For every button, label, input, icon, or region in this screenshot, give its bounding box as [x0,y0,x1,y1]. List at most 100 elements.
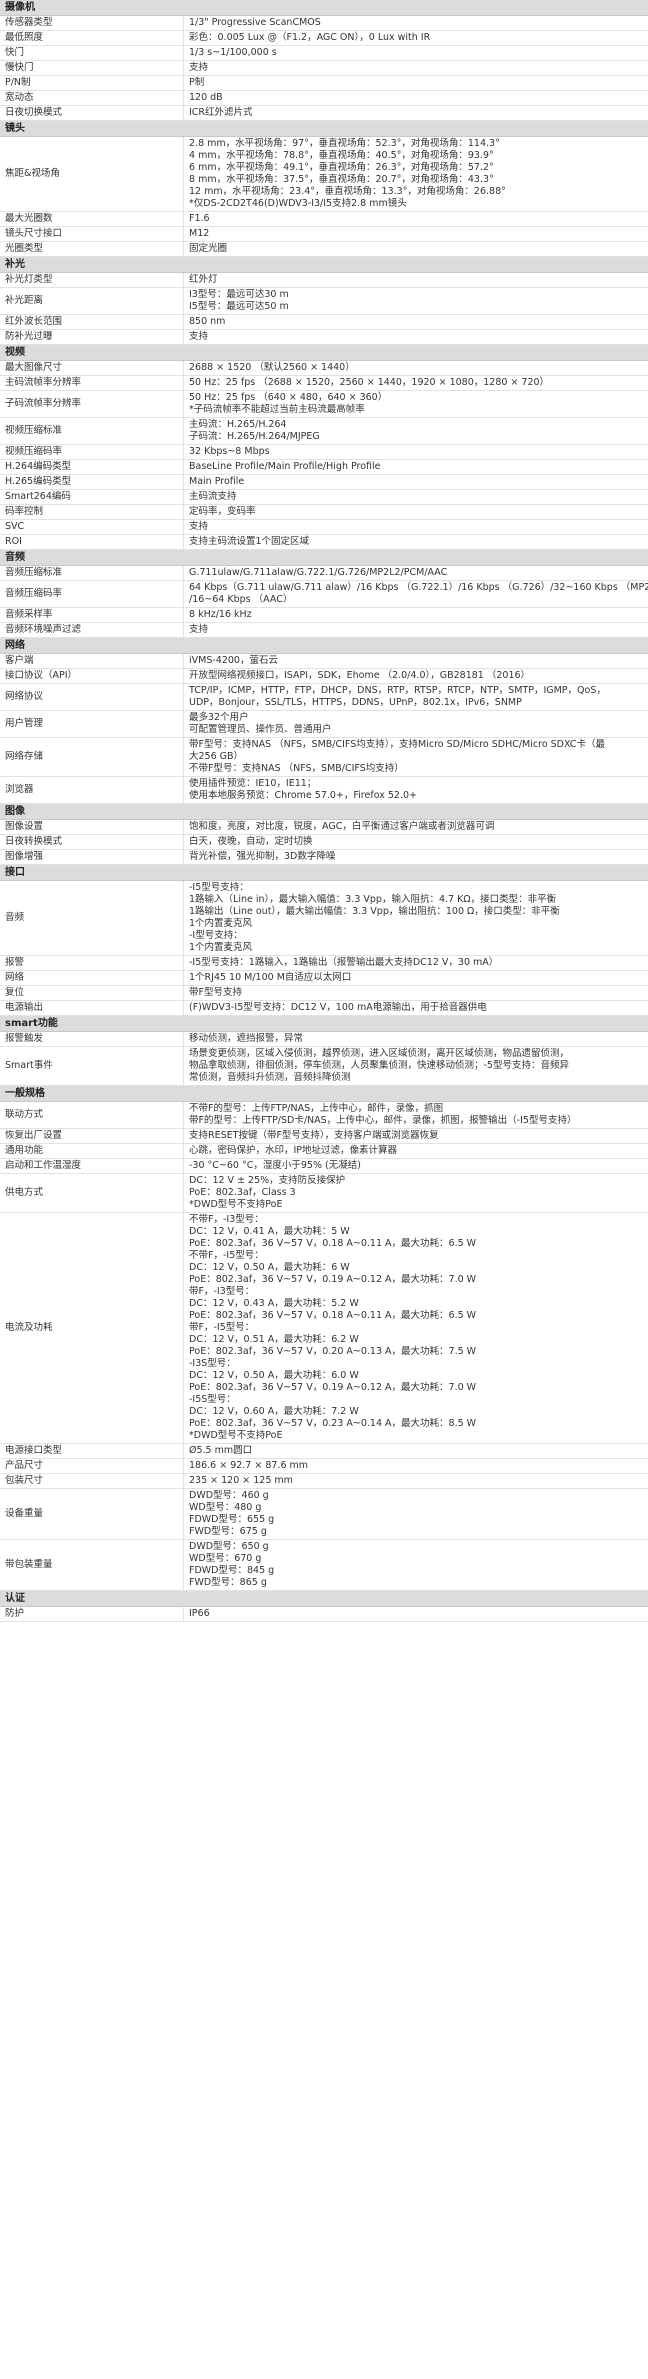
spec-value: M12 [184,227,648,241]
spec-value: 场景变更侦测，区域入侵侦测，越界侦测，进入区域侦测，离开区域侦测，物品遗留侦测，… [184,1047,648,1085]
spec-label: 视频压缩码率 [0,445,184,459]
spec-label: 传感器类型 [0,16,184,30]
spec-row: 视频压缩码率 32 Kbps~8 Mbps [0,445,648,460]
spec-value: 白天，夜晚，自动，定时切换 [184,835,648,849]
spec-value-line: 主码流支持 [189,491,237,502]
spec-value: 支持RESET按键（带F型号支持），支持客户端或浏览器恢复 [184,1129,648,1143]
spec-value: 850 nm [184,315,648,329]
spec-value: IP66 [184,1607,648,1621]
spec-value-line: 带F，-I5型号： [189,1322,255,1333]
spec-value-line: 常侦测，音频抖升侦测，音频抖降侦测 [189,1072,351,1083]
spec-label: 音频环境噪声过滤 [0,623,184,637]
spec-label: 最大图像尺寸 [0,361,184,375]
spec-value-line: Ø5.5 mm圆口 [189,1445,253,1456]
spec-label: 主码流帧率分辨率 [0,376,184,390]
spec-row: 视频压缩标准 主码流：H.265/H.264 子码流：H.265/H.264/MJP… [0,418,648,445]
spec-value: 支持 [184,520,648,534]
spec-value-line: BaseLine Profile/Main Profile/High Profi… [189,461,381,472]
spec-value: 64 Kbps（G.711 ulaw/G.711 alaw）/16 Kbps （… [184,581,648,607]
spec-value: 彩色：0.005 Lux @（F1.2，AGC ON），0 Lux with I… [184,31,648,45]
spec-value-line: 186.6 × 92.7 × 87.6 mm [189,1460,309,1471]
spec-label: 电源输出 [0,1001,184,1015]
spec-row: 子码流帧率分辨率 50 Hz：25 fps （640 × 480，640 × 36… [0,391,648,418]
spec-row: 联动方式 不带F的型号：上传FTP/NAS，上传中心，邮件，录像，抓图 带F的型号：… [0,1102,648,1129]
spec-value-line: 12 mm，水平视场角：23.4°，垂直视场角：13.3°，对角视场角：26.8… [189,186,506,197]
spec-row: 电源输出 (F)WDV3-I5型号支持：DC12 V，100 mA电源输出，用于拾… [0,1001,648,1016]
spec-value-line: -I型号支持： [189,930,243,941]
spec-label: 联动方式 [0,1102,184,1128]
spec-label: 报警 [0,956,184,970]
spec-label: 网络存储 [0,738,184,776]
spec-row: 传感器类型 1/3" Progressive ScanCMOS [0,16,648,31]
spec-value-line: 带F，-I3型号： [189,1286,255,1297]
spec-value-line: 1路输出（Line out），最大输出幅值：3.3 Vpp，输出阻抗：100 Ω… [189,906,560,917]
spec-value-line: *子码流帧率不能超过当前主码流最高帧率 [189,404,365,415]
spec-value-line: G.711ulaw/G.711alaw/G.722.1/G.726/MP2L2/… [189,567,448,578]
spec-value-line: PoE：802.3af，36 V~57 V，0.18 A~0.11 A，最大功耗… [189,1238,477,1249]
spec-label: 慢快门 [0,61,184,75]
spec-value: 主码流支持 [184,490,648,504]
spec-value-line: PoE：802.3af，36 V~57 V，0.19 A~0.12 A，最大功耗… [189,1274,477,1285]
spec-row: 设备重量 DWD型号：460 g WD型号：480 g FDWD型号：655 g FWD… [0,1489,648,1540]
spec-value-line: Main Profile [189,476,245,487]
spec-row: 慢快门 支持 [0,61,648,76]
spec-value-line: 带F型号支持 [189,987,242,998]
spec-row: 焦距&视场角 2.8 mm，水平视场角：97°，垂直视场角：52.3°，对角视场角… [0,137,648,212]
spec-value-line: PoE：802.3af，36 V~57 V，0.18 A~0.11 A，最大功耗… [189,1310,477,1321]
spec-value-line: P制 [189,77,205,88]
spec-value-line: 850 nm [189,316,226,327]
spec-value-line: PoE：802.3af，36 V~57 V，0.19 A~0.12 A，最大功耗… [189,1382,477,1393]
spec-label: 产品尺寸 [0,1459,184,1473]
spec-value: -I5型号支持： 1路输入（Line in），最大输入幅值：3.3 Vpp，输入阻… [184,881,648,955]
spec-value: 移动侦测，遮挡报警，异常 [184,1032,648,1046]
spec-row: 宽动态 120 dB [0,91,648,106]
spec-label: 视频压缩标准 [0,418,184,444]
section-header: 补光 [0,257,648,273]
spec-label: 音频压缩码率 [0,581,184,607]
spec-label: 设备重量 [0,1489,184,1539]
section-header: 接口 [0,865,648,881]
spec-value-line: 开放型网络视频接口，ISAPI，SDK，Ehome （2.0/4.0），GB28… [189,670,531,681]
spec-value: 不带F，-I3型号： DC：12 V，0.41 A，最大功耗：5 W PoE：802… [184,1213,648,1443]
spec-value-line: -I5型号支持：1路输入，1路输出（报警输出最大支持DC12 V，30 mA） [189,957,499,968]
spec-label: 音频 [0,881,184,955]
spec-value-line: /16~64 Kbps （AAC） [189,594,293,605]
spec-value-line: 8 mm，水平视场角：37.5°，垂直视场角：20.7°，对角视场角：43.3° [189,174,494,185]
spec-value: 120 dB [184,91,648,105]
spec-value: 饱和度，亮度，对比度，锐度，AGC，白平衡通过客户端或者浏览器可调 [184,820,648,834]
spec-row: 最大光圈数 F1.6 [0,212,648,227]
spec-value-line: UDP，Bonjour，SSL/TLS，HTTPS，DDNS，UPnP，802.… [189,697,522,708]
spec-value-line: 50 Hz：25 fps （2688 × 1520，2560 × 1440，19… [189,377,550,388]
spec-value-line: ICR红外滤片式 [189,107,253,118]
spec-value: 心跳，密码保护，水印，IP地址过滤，像素计算器 [184,1144,648,1158]
spec-label: 日夜切换模式 [0,106,184,120]
section-header: 视频 [0,345,648,361]
spec-row: 音频采样率 8 kHz/16 kHz [0,608,648,623]
spec-value: iVMS-4200，萤石云 [184,654,648,668]
spec-label: 浏览器 [0,777,184,803]
spec-row: Smart事件 场景变更侦测，区域入侵侦测，越界侦测，进入区域侦测，离开区域侦测，… [0,1047,648,1086]
spec-value-line: 支持RESET按键（带F型号支持），支持客户端或浏览器恢复 [189,1130,439,1141]
spec-row: 码率控制 定码率，变码率 [0,505,648,520]
spec-row: 产品尺寸 186.6 × 92.7 × 87.6 mm [0,1459,648,1474]
spec-value-line: 物品拿取侦测，徘徊侦测，停车侦测，人员聚集侦测，快速移动侦测；-5型号支持：音频… [189,1060,569,1071]
spec-value: -I5型号支持：1路输入，1路输出（报警输出最大支持DC12 V，30 mA） [184,956,648,970]
spec-label: 包装尺寸 [0,1474,184,1488]
spec-row: 报警触发 移动侦测，遮挡报警，异常 [0,1032,648,1047]
spec-value: Ø5.5 mm圆口 [184,1444,648,1458]
spec-value-line: 1路输入（Line in），最大输入幅值：3.3 Vpp，输入阻抗：4.7 KΩ… [189,894,557,905]
spec-label: 最低照度 [0,31,184,45]
spec-value-line: 不带F的型号：上传FTP/NAS，上传中心，邮件，录像，抓图 [189,1103,444,1114]
spec-value-line: 64 Kbps（G.711 ulaw/G.711 alaw）/16 Kbps （… [189,582,648,593]
spec-row: 补光灯类型 红外灯 [0,273,648,288]
spec-value-line: FDWD型号：845 g [189,1565,275,1576]
spec-value-line: TCP/IP，ICMP，HTTP，FTP，DHCP，DNS，RTP，RTSP，R… [189,685,606,696]
spec-value-line: *DWD型号不支持PoE [189,1430,283,1441]
spec-value-line: 支持主码流设置1个固定区域 [189,536,310,547]
section-header: 摄像机 [0,0,648,16]
spec-sheet: 摄像机 传感器类型 1/3" Progressive ScanCMOS 最低照度 彩色：… [0,0,648,2379]
spec-value-line: 红外灯 [189,274,218,285]
spec-value-line: iVMS-4200，萤石云 [189,655,278,666]
spec-value-line: 心跳，密码保护，水印，IP地址过滤，像素计算器 [189,1145,398,1156]
spec-label: 宽动态 [0,91,184,105]
